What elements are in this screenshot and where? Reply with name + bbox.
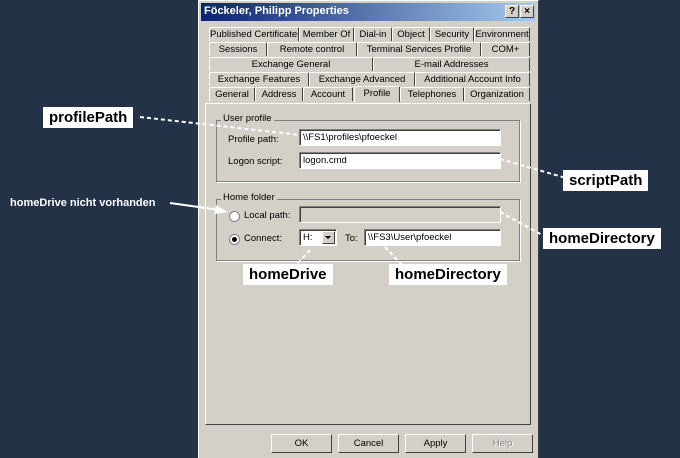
tab-profile[interactable]: Profile xyxy=(354,86,400,102)
cancel-button[interactable]: Cancel xyxy=(338,434,399,453)
logon-script-input[interactable]: logon.cmd xyxy=(299,152,501,169)
dialog-title: Föckeler, Philipp Properties xyxy=(204,5,349,17)
drive-select-value: H: xyxy=(303,232,313,243)
tab-terminal-services-profile[interactable]: Terminal Services Profile xyxy=(357,42,481,56)
tab-additional-account-info[interactable]: Additional Account Info xyxy=(415,72,530,86)
ok-button[interactable]: OK xyxy=(271,434,332,453)
tab-exchange-advanced[interactable]: Exchange Advanced xyxy=(309,72,415,86)
callout-profilepath: profilePath xyxy=(43,107,134,128)
chevron-down-icon[interactable] xyxy=(322,231,335,244)
tab-object[interactable]: Object xyxy=(392,27,430,41)
tab-security[interactable]: Security xyxy=(430,27,474,41)
tab-published-certificates[interactable]: Published Certificates xyxy=(209,27,299,41)
help-title-button[interactable]: ? xyxy=(505,5,519,18)
apply-button[interactable]: Apply xyxy=(405,434,466,453)
user-profile-group-label: User profile xyxy=(221,113,274,124)
local-path-label: Local path: xyxy=(244,210,291,221)
callout-homedirectory-bottom: homeDirectory xyxy=(389,264,507,285)
tab-com-plus[interactable]: COM+ xyxy=(481,42,530,56)
title-bar[interactable]: Föckeler, Philipp Properties ? × xyxy=(201,3,536,21)
local-path-radio[interactable] xyxy=(229,211,240,222)
help-button[interactable]: Help xyxy=(472,434,533,453)
homedrive-note: homeDrive nicht vorhanden xyxy=(10,197,156,209)
callout-homedrive: homeDrive xyxy=(243,264,333,285)
tab-organization[interactable]: Organization xyxy=(464,87,530,101)
logon-script-label: Logon script: xyxy=(228,156,283,167)
callout-homedirectory-right: homeDirectory xyxy=(543,228,661,249)
tab-member-of[interactable]: Member Of xyxy=(299,27,354,41)
connect-label: Connect: xyxy=(244,233,283,244)
callout-scriptpath: scriptPath xyxy=(563,170,649,191)
tab-address[interactable]: Address xyxy=(255,87,303,101)
tab-exchange-features[interactable]: Exchange Features xyxy=(209,72,309,86)
tab-sessions[interactable]: Sessions xyxy=(209,42,267,56)
tab-email-addresses[interactable]: E-mail Addresses xyxy=(373,57,530,71)
to-label: To: xyxy=(345,233,358,244)
close-icon[interactable]: × xyxy=(520,5,534,18)
home-folder-group-label: Home folder xyxy=(221,192,277,203)
radio-selected-dot xyxy=(232,237,237,242)
tab-environment[interactable]: Environment xyxy=(474,27,530,41)
tab-dial-in[interactable]: Dial-in xyxy=(354,27,392,41)
tab-exchange-general[interactable]: Exchange General xyxy=(209,57,373,71)
properties-dialog: Föckeler, Philipp Properties ? × Publish… xyxy=(198,0,539,458)
connect-radio[interactable] xyxy=(229,234,240,245)
profile-path-input[interactable]: \\FS1\profiles\pfoeckel xyxy=(299,129,501,146)
tab-general[interactable]: General xyxy=(209,87,255,101)
home-directory-input[interactable]: \\FS3\User\pfoeckel xyxy=(364,229,501,246)
profile-path-label: Profile path: xyxy=(228,134,279,145)
tab-account[interactable]: Account xyxy=(303,87,353,101)
tab-telephones[interactable]: Telephones xyxy=(400,87,464,101)
tab-remote-control[interactable]: Remote control xyxy=(267,42,357,56)
local-path-input[interactable] xyxy=(299,206,501,223)
drive-select[interactable]: H: xyxy=(299,229,337,246)
